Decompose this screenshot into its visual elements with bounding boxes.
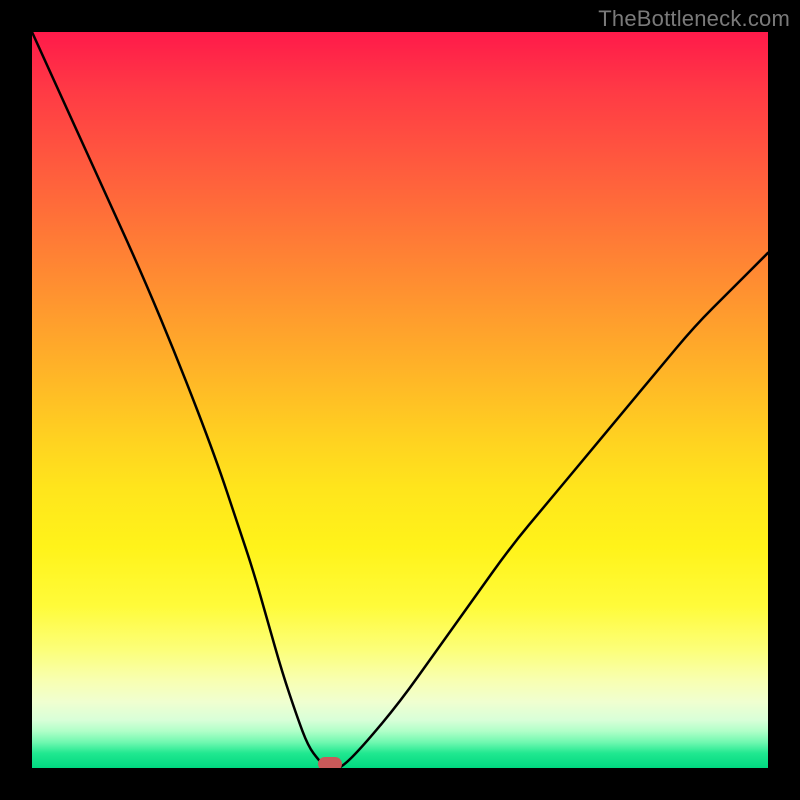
optimal-point-marker (318, 757, 342, 768)
chart-frame: TheBottleneck.com (0, 0, 800, 800)
bottleneck-curve (32, 32, 768, 768)
watermark-text: TheBottleneck.com (598, 6, 790, 32)
plot-area (32, 32, 768, 768)
